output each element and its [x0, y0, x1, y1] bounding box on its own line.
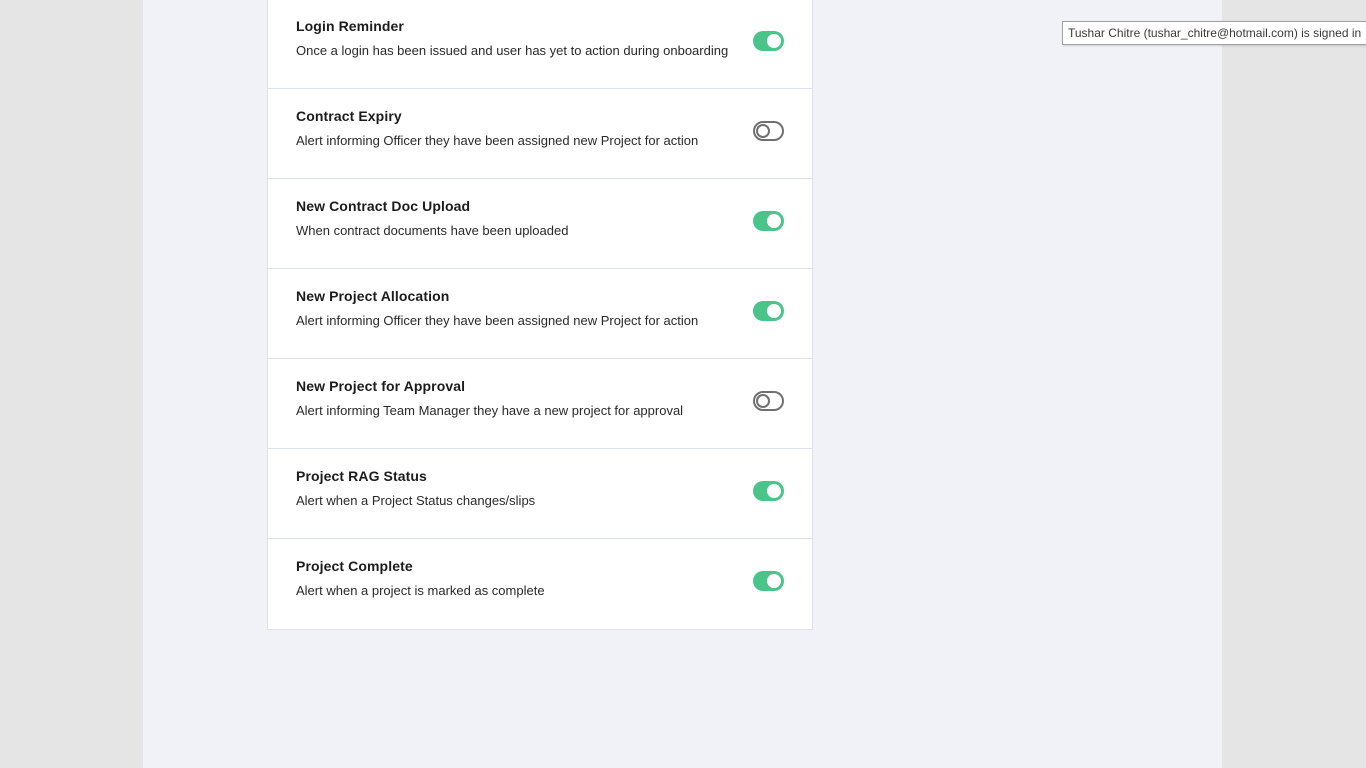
setting-title: Login Reminder	[296, 18, 404, 34]
signed-in-tooltip: Tushar Chitre (tushar_chitre@hotmail.com…	[1062, 21, 1366, 45]
setting-description: Alert informing Team Manager they have a…	[296, 403, 684, 418]
toggle-knob	[756, 124, 770, 138]
setting-row-new-project-for-approval: New Project for Approval Alert informing…	[268, 359, 812, 449]
setting-title: New Contract Doc Upload	[296, 198, 471, 214]
toggle-knob	[767, 214, 781, 228]
setting-description: Alert when a Project Status changes/slip…	[296, 493, 536, 508]
toggle-switch[interactable]	[753, 31, 784, 51]
toggle-switch[interactable]	[753, 211, 784, 231]
toggle-switch[interactable]	[753, 391, 784, 411]
setting-description: When contract documents have been upload…	[296, 223, 569, 238]
setting-row-new-contract-doc-upload: New Contract Doc Upload When contract do…	[268, 179, 812, 269]
setting-title: New Project for Approval	[296, 378, 466, 394]
notification-settings-card: Login Reminder Once a login has been iss…	[267, 0, 813, 630]
setting-row-project-complete: Project Complete Alert when a project is…	[268, 539, 812, 629]
toggle-knob	[767, 574, 781, 588]
toggle-switch[interactable]	[753, 571, 784, 591]
toggle-switch[interactable]	[753, 481, 784, 501]
setting-row-contract-expiry: Contract Expiry Alert informing Officer …	[268, 89, 812, 179]
setting-description: Alert informing Officer they have been a…	[296, 313, 699, 328]
setting-row-new-project-allocation: New Project Allocation Alert informing O…	[268, 269, 812, 359]
toggle-switch[interactable]	[753, 121, 784, 141]
setting-row-project-rag-status: Project RAG Status Alert when a Project …	[268, 449, 812, 539]
setting-description: Alert when a project is marked as comple…	[296, 583, 545, 598]
setting-title: New Project Allocation	[296, 288, 450, 304]
toggle-knob	[767, 34, 781, 48]
toggle-knob	[767, 484, 781, 498]
setting-title: Project Complete	[296, 558, 413, 574]
toggle-knob	[767, 304, 781, 318]
toggle-switch[interactable]	[753, 301, 784, 321]
setting-description: Alert informing Officer they have been a…	[296, 133, 699, 148]
setting-title: Project RAG Status	[296, 468, 427, 484]
setting-title: Contract Expiry	[296, 108, 402, 124]
setting-row-login-reminder: Login Reminder Once a login has been iss…	[268, 0, 812, 89]
page-content-area: Login Reminder Once a login has been iss…	[143, 0, 1222, 768]
toggle-knob	[756, 394, 770, 408]
setting-description: Once a login has been issued and user ha…	[296, 43, 729, 58]
